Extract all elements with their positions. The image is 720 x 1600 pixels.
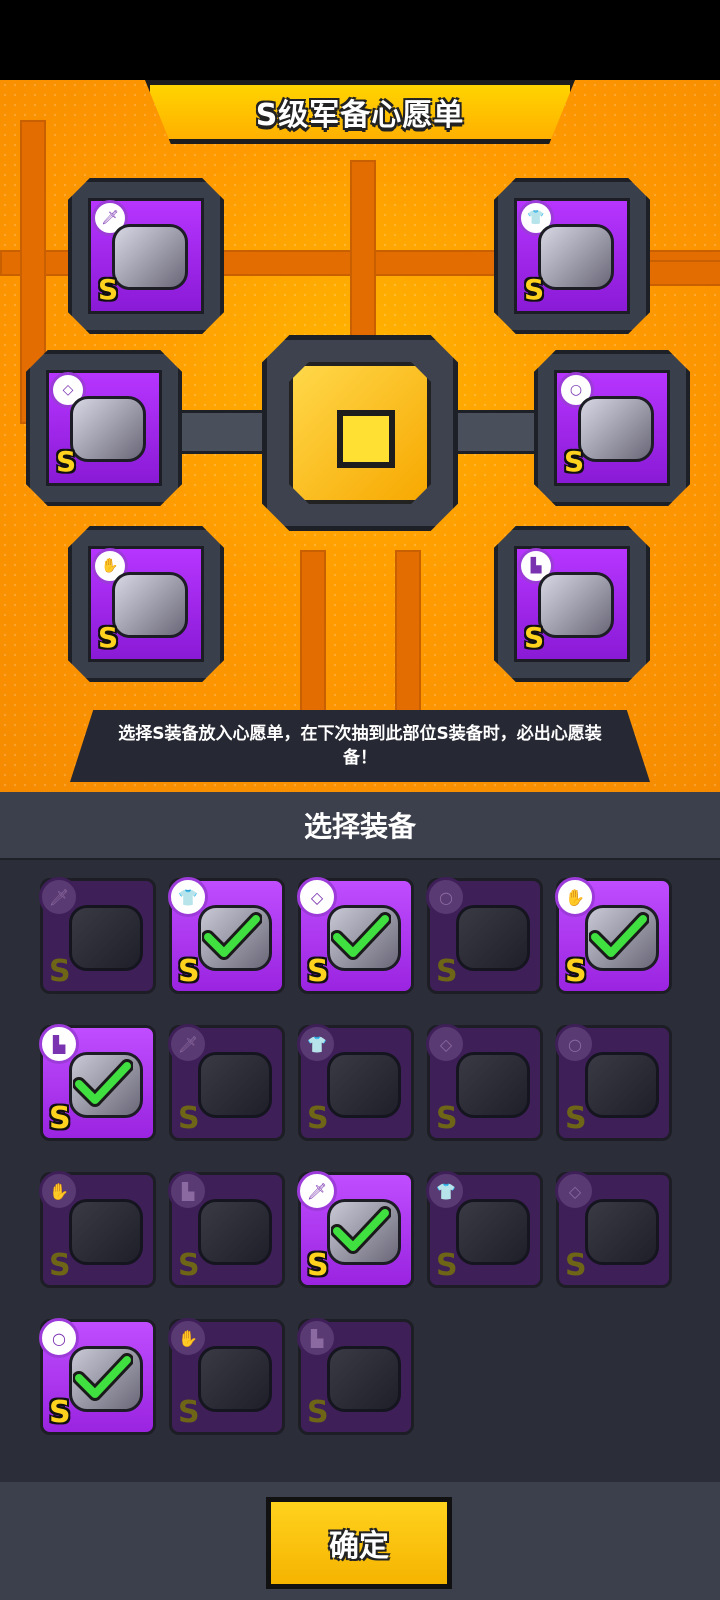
- equipment-card-gloves[interactable]: ✋ S: [168, 1318, 285, 1435]
- grade-label: S: [565, 954, 587, 989]
- equipment-card-weapon[interactable]: 🗡 S: [168, 1024, 285, 1141]
- equipment-card-boots[interactable]: ▙ S: [39, 1024, 156, 1141]
- grade-label: S: [436, 954, 458, 989]
- hub-gold-frame: [289, 362, 431, 504]
- equipment-grid: 🗡 S 👕 S ◇ S ○ S ✋ S ▙ S 🗡 S 👕 S ◇ S ○ S ✋ S ▙ S 🗡 S 👕 S ◇ S ○ S ✋ S ▙ S: [0, 860, 720, 1482]
- grade-label: S: [307, 1101, 329, 1136]
- grade-label: S: [56, 445, 77, 478]
- equipment-icon: [327, 1346, 401, 1412]
- wishlist-info-banner: 选择S装备放入心愿单，在下次抽到此部位S装备时，必出心愿装备！: [70, 710, 650, 782]
- equipment-card-belt[interactable]: ○ S: [555, 1024, 672, 1141]
- wishlist-info-text: 选择S装备放入心愿单，在下次抽到此部位S装备时，必出心愿装备！: [118, 724, 602, 768]
- wishlist-slot-armor[interactable]: 👕 S: [494, 178, 650, 334]
- grade-label: S: [524, 273, 545, 306]
- checkmark-icon: [73, 1353, 133, 1401]
- grade-label: S: [565, 1101, 587, 1136]
- equipment-card-gloves[interactable]: ✋ S: [39, 1171, 156, 1288]
- confirm-label: 确定: [329, 1529, 389, 1564]
- equipment-icon: [585, 1052, 659, 1118]
- grade-label: S: [524, 621, 545, 654]
- wishlist-slot-belt[interactable]: ○ S: [534, 350, 690, 506]
- grade-label: S: [307, 1248, 329, 1283]
- grade-label: S: [49, 954, 71, 989]
- wishlist-slot-weapon[interactable]: 🗡 S: [68, 178, 224, 334]
- wishlist-hub: [262, 335, 458, 531]
- equipment-card-necklace[interactable]: ◇ S: [297, 877, 414, 994]
- wishlist-slot-boots[interactable]: ▙ S: [494, 526, 650, 682]
- equipment-card-belt[interactable]: ○ S: [39, 1318, 156, 1435]
- top-bar: [0, 0, 720, 80]
- grade-label: S: [49, 1395, 71, 1430]
- pipe-decoration: [640, 260, 720, 286]
- checkmark-icon: [73, 1059, 133, 1107]
- equipment-icon: [327, 1052, 401, 1118]
- pipe-decoration: [350, 160, 376, 364]
- wishlist-title: S级军备心愿单: [255, 98, 465, 133]
- equipment-icon: [578, 396, 654, 462]
- wishlist-title-banner: S级军备心愿单: [145, 80, 575, 144]
- select-equipment-title: 选择装备: [303, 810, 416, 843]
- equipment-icon: [69, 1199, 143, 1265]
- pipe-decoration: [300, 550, 326, 734]
- equipment-icon: [456, 1052, 530, 1118]
- equipment-card-armor[interactable]: 👕 S: [168, 877, 285, 994]
- equipment-icon: [538, 224, 614, 290]
- grade-label: S: [178, 1101, 200, 1136]
- equipment-icon: [70, 396, 146, 462]
- grade-label: S: [98, 273, 119, 306]
- equipment-icon: [112, 224, 188, 290]
- connector: [176, 410, 272, 454]
- equipment-icon: [198, 1199, 272, 1265]
- checkmark-icon: [331, 912, 391, 960]
- equipment-card-armor[interactable]: 👕 S: [426, 1171, 543, 1288]
- wishlist-panel: S级军备心愿单 🗡 S 👕 S ◇ S ○ S ✋ S ▙ S 选择S装备放入心…: [0, 80, 720, 792]
- equipment-icon: [456, 905, 530, 971]
- equipment-card-armor[interactable]: 👕 S: [297, 1024, 414, 1141]
- equipment-card-weapon[interactable]: 🗡 S: [39, 877, 156, 994]
- hub-core: [337, 410, 395, 468]
- equipment-icon: [585, 1199, 659, 1265]
- grade-label: S: [49, 1248, 71, 1283]
- equipment-icon: [69, 905, 143, 971]
- equipment-card-boots[interactable]: ▙ S: [297, 1318, 414, 1435]
- equipment-icon: [538, 572, 614, 638]
- grade-label: S: [436, 1248, 458, 1283]
- equipment-icon: [198, 1052, 272, 1118]
- equipment-card-boots[interactable]: ▙ S: [168, 1171, 285, 1288]
- grade-label: S: [564, 445, 585, 478]
- checkmark-icon: [202, 912, 262, 960]
- grade-label: S: [178, 1248, 200, 1283]
- footer-bar: 确定: [0, 1482, 720, 1600]
- grade-label: S: [49, 1101, 71, 1136]
- grade-label: S: [98, 621, 119, 654]
- pipe-decoration: [395, 550, 421, 734]
- equipment-card-weapon[interactable]: 🗡 S: [297, 1171, 414, 1288]
- grade-label: S: [565, 1248, 587, 1283]
- confirm-button[interactable]: 确定: [266, 1497, 452, 1589]
- equipment-card-necklace[interactable]: ◇ S: [426, 1024, 543, 1141]
- grade-label: S: [307, 954, 329, 989]
- grade-label: S: [307, 1395, 329, 1430]
- equipment-card-belt[interactable]: ○ S: [426, 877, 543, 994]
- checkmark-icon: [331, 1206, 391, 1254]
- grade-label: S: [436, 1101, 458, 1136]
- equipment-card-gloves[interactable]: ✋ S: [555, 877, 672, 994]
- equipment-icon: [198, 1346, 272, 1412]
- grade-label: S: [178, 1395, 200, 1430]
- equipment-card-necklace[interactable]: ◇ S: [555, 1171, 672, 1288]
- wishlist-slot-necklace[interactable]: ◇ S: [26, 350, 182, 506]
- checkmark-icon: [589, 912, 649, 960]
- equipment-icon: [112, 572, 188, 638]
- grade-label: S: [178, 954, 200, 989]
- equipment-icon: [456, 1199, 530, 1265]
- select-equipment-header: 选择装备: [0, 792, 720, 861]
- wishlist-slot-gloves[interactable]: ✋ S: [68, 526, 224, 682]
